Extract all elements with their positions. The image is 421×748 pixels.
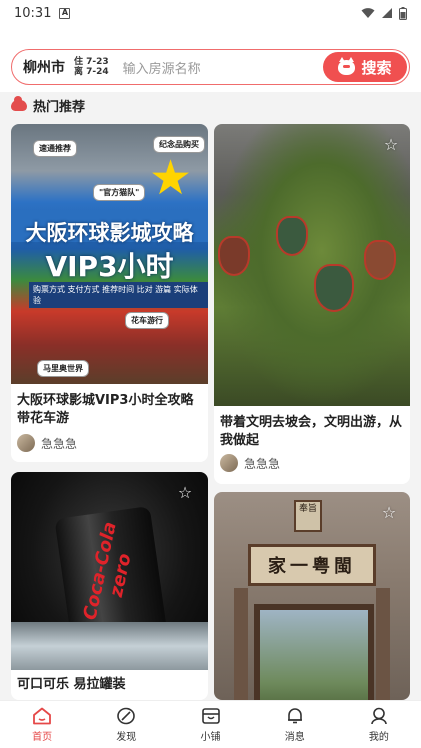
image-tag: "官方猫队" (93, 184, 146, 201)
avatar (17, 434, 35, 452)
card-image: ★ 速通推荐 纪念品购买 "官方猫队" 大阪环球影城攻略 VIP3小时 购票方式… (11, 124, 208, 384)
author-name: 急急急 (41, 436, 78, 451)
card-festival[interactable]: ☆ 带着文明去坡会，文明出游，从我做起 急急急 (214, 124, 410, 484)
nav-home[interactable]: 首页 (0, 701, 84, 748)
bottom-nav: 首页 发现 小铺 消息 我的 (0, 700, 421, 748)
discover-icon (116, 707, 136, 725)
cat-icon (338, 56, 356, 75)
can-brand: Coca-Cola zero (79, 519, 136, 622)
image-mask (314, 264, 354, 312)
image-mask (218, 236, 250, 276)
card-title: 带着文明去坡会，文明出游，从我做起 (220, 415, 403, 448)
nav-label: 消息 (284, 731, 305, 743)
image-headline: 大阪环球影城攻略 (25, 221, 194, 245)
cloud-icon (11, 96, 27, 111)
image-sign: 奉旨 (294, 500, 322, 532)
image-tag: 马里奥世界 (37, 360, 89, 377)
status-bar: 10:31 A (0, 0, 421, 26)
checkin-date: 住 7-23 (74, 57, 109, 67)
signal-icon (382, 8, 392, 18)
bell-icon (285, 707, 305, 725)
card-author: 急急急 (220, 454, 280, 472)
card-usj[interactable]: ★ 速通推荐 纪念品购买 "官方猫队" 大阪环球影城攻略 VIP3小时 购票方式… (11, 124, 208, 462)
card-coke[interactable]: Coca-Cola zero ☆ 可口可乐 易拉罐装 (11, 472, 208, 700)
favorite-star-icon[interactable]: ☆ (380, 504, 398, 522)
image-mask (364, 240, 396, 280)
image-tag: 纪念品购买 (153, 136, 205, 153)
image-plaque: 家一粤閩 (248, 544, 376, 586)
image-post (376, 588, 390, 700)
nav-messages[interactable]: 消息 (253, 701, 337, 748)
card-image (214, 124, 410, 406)
favorite-star-icon[interactable]: ☆ (176, 484, 194, 502)
author-name: 急急急 (244, 456, 281, 471)
nav-label: 首页 (32, 731, 53, 743)
card-title: 大阪环球影城VIP3小时全攻略带花车游 (17, 393, 194, 426)
home-icon (32, 707, 52, 725)
shop-icon (201, 707, 221, 725)
image-headline: VIP3小时 (45, 250, 174, 283)
card-title: 可口可乐 易拉罐装 (17, 677, 126, 692)
wifi-icon (361, 8, 375, 18)
search-button-label: 搜索 (361, 58, 392, 77)
favorite-star-icon[interactable]: ☆ (382, 136, 400, 154)
nav-label: 我的 (368, 731, 389, 743)
header: 柳州市 住 7-23 离 7-24 输入房源名称 搜索 (0, 26, 421, 92)
star-decoration: ★ (149, 150, 193, 206)
card-gate[interactable]: 奉旨 家一粤閩 ☆ (214, 492, 410, 700)
card-image: 奉旨 家一粤閩 (214, 492, 410, 700)
search-input[interactable]: 输入房源名称 (123, 58, 323, 77)
avatar (220, 454, 238, 472)
nav-label: 发现 (116, 731, 137, 743)
image-ice (11, 622, 208, 670)
search-bar[interactable]: 柳州市 住 7-23 离 7-24 输入房源名称 搜索 (11, 49, 410, 85)
checkout-date: 离 7-24 (74, 67, 109, 77)
image-tag: 花车游行 (125, 312, 169, 329)
section-title: 热门推荐 (33, 100, 86, 115)
battery-icon (399, 6, 407, 20)
image-tag: 速通推荐 (33, 140, 77, 157)
image-mask (276, 216, 308, 256)
status-time: 10:31 (14, 5, 52, 21)
nav-shop[interactable]: 小铺 (168, 701, 252, 748)
profile-icon (369, 707, 389, 725)
search-button[interactable]: 搜索 (323, 52, 407, 82)
card-author: 急急急 (17, 434, 77, 452)
nav-label: 小铺 (200, 731, 221, 743)
image-door (254, 604, 374, 700)
image-subline: 购票方式 支付方式 推荐时间 比对 游篇 实际体验 (29, 282, 208, 308)
notification-icon: A (59, 7, 71, 19)
city-selector[interactable]: 柳州市 (23, 57, 65, 77)
nav-discover[interactable]: 发现 (84, 701, 168, 748)
section-header: 热门推荐 (11, 96, 85, 115)
date-selector[interactable]: 住 7-23 离 7-24 (74, 57, 109, 77)
nav-profile[interactable]: 我的 (337, 701, 421, 748)
image-post (234, 588, 248, 700)
